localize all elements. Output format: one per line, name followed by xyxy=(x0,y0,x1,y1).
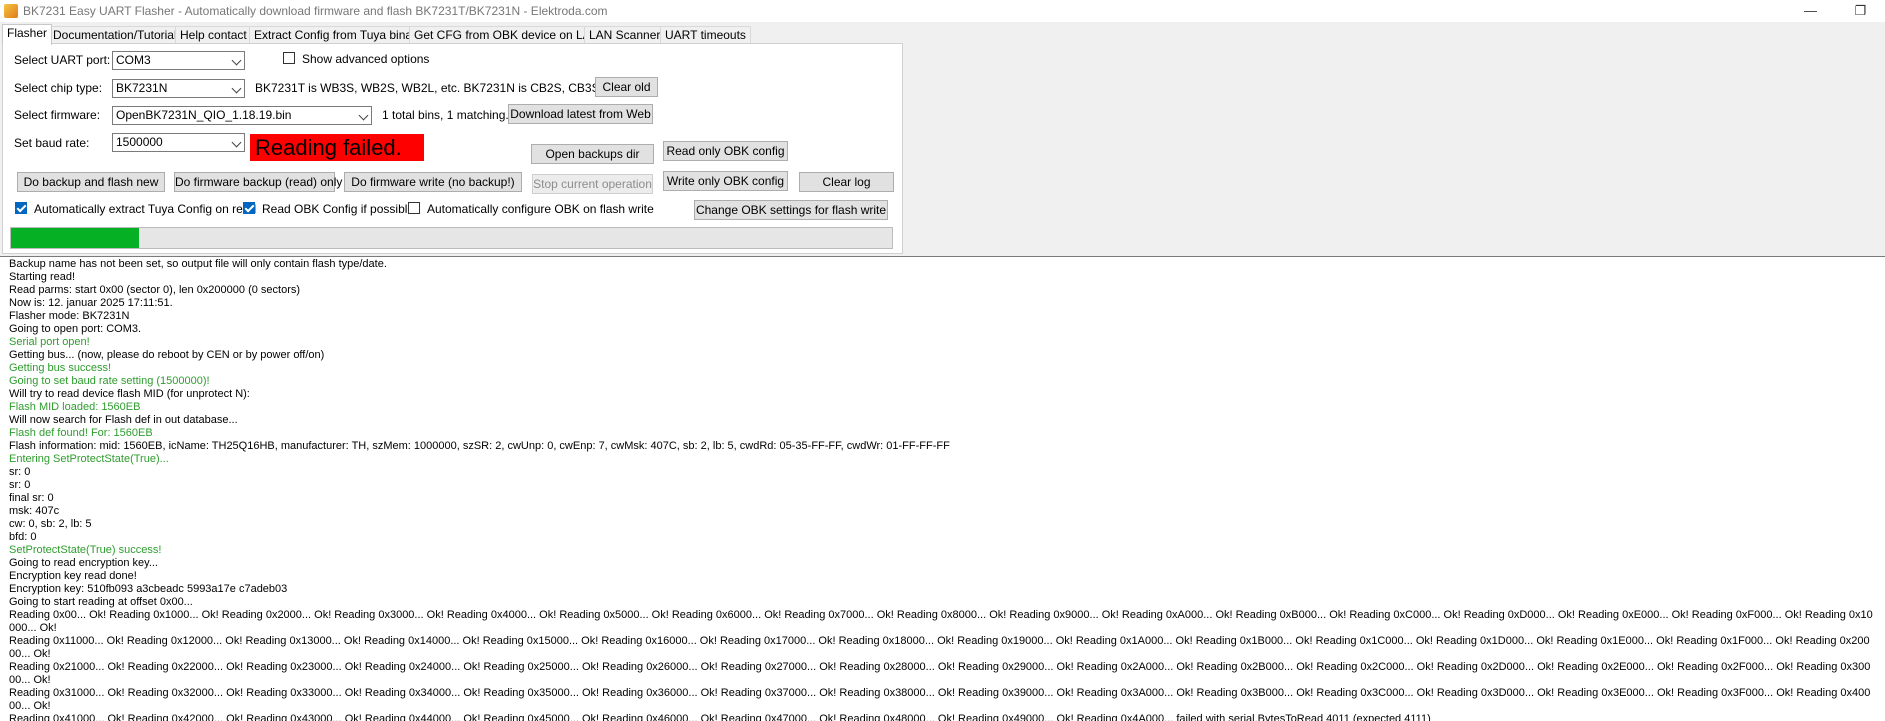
log-line: Reading 0x00... Ok! Reading 0x1000... Ok… xyxy=(9,609,1873,634)
show-advanced-label: Show advanced options xyxy=(302,52,430,66)
chevron-down-icon xyxy=(358,110,369,121)
log-output[interactable]: Backup name has not been set, so output … xyxy=(0,256,1885,721)
uart-port-select[interactable]: COM3 xyxy=(112,51,245,70)
tab-extract-config[interactable]: Extract Config from Tuya binary xyxy=(249,26,428,44)
log-line: Will try to read device flash MID (for u… xyxy=(9,388,250,400)
log-line: Encryption key: 510fb093 a3cbeadc 5993a1… xyxy=(9,583,288,595)
log-line: SetProtectState(True) success! xyxy=(9,544,162,556)
chevron-down-icon xyxy=(231,83,242,94)
log-line: sr: 0 xyxy=(9,466,31,478)
read-obk-label: Read OBK Config if possible xyxy=(262,202,415,216)
tab-flasher[interactable]: Flasher xyxy=(2,24,53,45)
log-line: Reading 0x11000... Ok! Reading 0x12000..… xyxy=(9,635,1870,660)
log-line: final sr: 0 xyxy=(9,492,54,504)
firmware-backup-button[interactable]: Do firmware backup (read) only xyxy=(174,172,342,192)
auto-extract-checkbox[interactable] xyxy=(15,202,27,214)
log-line: Reading 0x41000... Ok! Reading 0x42000..… xyxy=(9,713,1431,721)
log-line: Going to open port: COM3. xyxy=(9,323,142,335)
bins-info-text: 1 total bins, 1 matching. xyxy=(382,108,509,122)
window-title: BK7231 Easy UART Flasher - Automatically… xyxy=(23,4,608,18)
tab-help-contact[interactable]: Help contact xyxy=(175,26,252,44)
log-line: Now is: 12. januar 2025 17:11:51. xyxy=(9,297,173,309)
status-label: Reading failed. xyxy=(250,134,424,161)
auto-configure-checkbox[interactable] xyxy=(408,202,420,214)
progress-fill xyxy=(11,228,139,248)
log-line: Entering SetProtectState(True)... xyxy=(9,453,169,465)
log-lines: Backup name has not been set, so output … xyxy=(9,258,1879,721)
read-obk-checkbox[interactable] xyxy=(243,202,255,214)
chevron-down-icon xyxy=(231,55,242,66)
empty-area xyxy=(903,43,1885,254)
chip-info-text: BK7231T is WB3S, WB2S, WB2L, etc. BK7231… xyxy=(255,81,623,95)
clear-log-button[interactable]: Clear log xyxy=(799,172,894,192)
auto-extract-label: Automatically extract Tuya Config on rea… xyxy=(34,202,257,216)
log-line: Will now search for Flash def in out dat… xyxy=(9,414,238,426)
open-backups-button[interactable]: Open backups dir xyxy=(531,144,654,164)
read-only-obk-button[interactable]: Read only OBK config xyxy=(663,141,788,161)
log-line: Flasher mode: BK7231N xyxy=(9,310,130,322)
tab-lan-scanner[interactable]: LAN Scanner xyxy=(584,26,666,44)
chip-type-select[interactable]: BK7231N xyxy=(112,79,245,98)
log-line: Backup name has not been set, so output … xyxy=(9,258,387,270)
log-line: Flash information: mid: 1560EB, icName: … xyxy=(9,440,950,452)
download-latest-button[interactable]: Download latest from Web xyxy=(508,104,653,124)
log-line: bfd: 0 xyxy=(9,531,37,543)
firmware-label: Select firmware: xyxy=(14,108,101,122)
stop-operation-button[interactable]: Stop current operation xyxy=(532,174,653,194)
log-line: msk: 407c xyxy=(9,505,60,517)
baud-rate-select[interactable]: 1500000 xyxy=(112,133,245,152)
auto-configure-label: Automatically configure OBK on flash wri… xyxy=(427,202,654,216)
firmware-select[interactable]: OpenBK7231N_QIO_1.18.19.bin xyxy=(112,106,372,125)
tab-strip: Flasher Documentation/Tutorials Help con… xyxy=(0,24,760,45)
maximize-button[interactable]: ❐ xyxy=(1838,0,1883,22)
log-line: Getting bus... (now, please do reboot by… xyxy=(9,349,325,361)
tab-get-cfg-lan[interactable]: Get CFG from OBK device on LAN xyxy=(409,26,605,44)
uart-port-value: COM3 xyxy=(116,53,151,67)
log-line: Flash def found! For: 1560EB xyxy=(9,427,153,439)
chip-type-value: BK7231N xyxy=(116,81,168,95)
minimize-button[interactable]: — xyxy=(1788,0,1833,22)
chevron-down-icon xyxy=(231,137,242,148)
log-line: Going to read encryption key... xyxy=(9,557,158,569)
log-line: Serial port open! xyxy=(9,336,90,348)
log-line: cw: 0, sb: 2, lb: 5 xyxy=(9,518,92,530)
log-line: Starting read! xyxy=(9,271,76,283)
log-line: Reading 0x21000... Ok! Reading 0x22000..… xyxy=(9,661,1871,686)
log-line: Going to start reading at offset 0x00... xyxy=(9,596,193,608)
log-line: Getting bus success! xyxy=(9,362,112,374)
change-obk-settings-button[interactable]: Change OBK settings for flash write xyxy=(694,200,888,220)
app-icon xyxy=(4,4,18,18)
clear-old-button[interactable]: Clear old xyxy=(595,77,658,97)
tab-uart-timeouts[interactable]: UART timeouts xyxy=(660,26,751,44)
firmware-write-button[interactable]: Do firmware write (no backup!) xyxy=(344,172,522,192)
firmware-value: OpenBK7231N_QIO_1.18.19.bin xyxy=(116,108,292,122)
baud-rate-value: 1500000 xyxy=(116,135,163,149)
progress-bar xyxy=(10,227,893,249)
baud-rate-label: Set baud rate: xyxy=(14,136,90,150)
tab-documentation[interactable]: Documentation/Tutorials xyxy=(48,26,188,44)
log-line: Encryption key read done! xyxy=(9,570,137,582)
write-only-obk-button[interactable]: Write only OBK config xyxy=(663,171,788,191)
backup-and-flash-button[interactable]: Do backup and flash new xyxy=(17,172,165,192)
uart-port-label: Select UART port: xyxy=(14,53,111,67)
log-line: sr: 0 xyxy=(9,479,31,491)
chip-type-label: Select chip type: xyxy=(14,81,103,95)
log-line: Going to set baud rate setting (1500000)… xyxy=(9,375,210,387)
log-line: Reading 0x31000... Ok! Reading 0x32000..… xyxy=(9,687,1871,712)
log-line: Read parms: start 0x00 (sector 0), len 0… xyxy=(9,284,301,296)
show-advanced-checkbox[interactable] xyxy=(283,52,295,64)
log-line: Flash MID loaded: 1560EB xyxy=(9,401,141,413)
